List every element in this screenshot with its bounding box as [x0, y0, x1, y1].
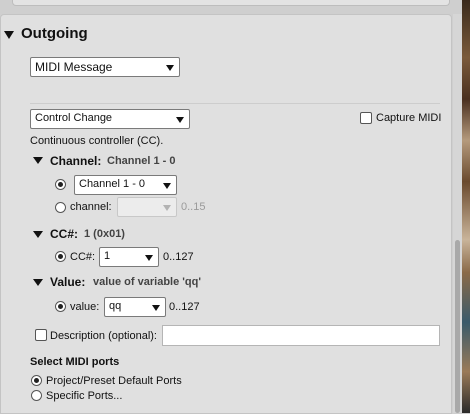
- chevron-down-icon: [152, 305, 160, 311]
- chevron-down-icon: [145, 255, 153, 261]
- cc-range: 0..127: [163, 251, 194, 263]
- collapse-outgoing-icon[interactable]: [4, 31, 14, 39]
- divider: [30, 103, 440, 104]
- chevron-down-icon: [176, 117, 184, 123]
- event-type-select[interactable]: Control Change: [30, 109, 190, 129]
- ports-heading: Select MIDI ports: [30, 356, 120, 368]
- value-variable-radio[interactable]: [55, 301, 66, 312]
- event-type-value: Control Change: [35, 112, 113, 124]
- channel-summary: Channel 1 - 0: [107, 155, 176, 167]
- channel-fixed-radio[interactable]: [55, 179, 66, 190]
- cc-option-label: CC#:: [70, 251, 96, 263]
- description-checkbox[interactable]: [35, 329, 47, 341]
- channel-variable-label: channel:: [70, 201, 112, 213]
- cc-heading: CC#:: [50, 227, 79, 241]
- chevron-down-icon: [166, 65, 174, 71]
- section-title: Outgoing: [21, 25, 88, 42]
- value-option-label: value:: [70, 301, 100, 313]
- value-heading: Value:: [50, 275, 86, 289]
- previous-section-card: [12, 0, 450, 6]
- cc-summary: 1 (0x01): [84, 228, 125, 240]
- collapse-channel-icon[interactable]: [33, 157, 43, 164]
- description-label: Description (optional):: [50, 330, 157, 342]
- message-type-select[interactable]: MIDI Message: [30, 57, 180, 77]
- channel-variable-select[interactable]: [117, 197, 177, 217]
- cc-fixed-radio[interactable]: [55, 251, 66, 262]
- channel-heading: Channel:: [50, 154, 102, 168]
- collapse-value-icon[interactable]: [33, 279, 43, 286]
- value-variable-select[interactable]: qq: [104, 297, 166, 317]
- cc-number-select[interactable]: 1: [99, 247, 159, 267]
- capture-midi-checkbox[interactable]: [360, 112, 372, 124]
- cc-number-value: 1: [104, 250, 111, 262]
- ports-default-label: Project/Preset Default Ports: [46, 375, 182, 387]
- channel-variable-radio[interactable]: [55, 202, 66, 213]
- channel-select[interactable]: Channel 1 - 0: [74, 175, 177, 195]
- channel-range: 0..15: [181, 201, 206, 213]
- event-description: Continuous controller (CC).: [30, 135, 164, 147]
- scrollbar-thumb[interactable]: [455, 240, 460, 413]
- message-type-value: MIDI Message: [35, 60, 113, 74]
- value-variable-value: qq: [109, 300, 122, 312]
- value-summary: value of variable 'qq': [93, 276, 201, 288]
- capture-midi-label: Capture MIDI: [376, 112, 442, 124]
- ports-specific-label: Specific Ports...: [46, 390, 123, 402]
- chevron-down-icon: [163, 205, 171, 211]
- description-input[interactable]: [162, 325, 440, 346]
- channel-select-value: Channel 1 - 0: [79, 178, 146, 190]
- chevron-down-icon: [163, 183, 171, 189]
- collapse-cc-icon[interactable]: [33, 231, 43, 238]
- ports-specific-radio[interactable]: [31, 390, 42, 401]
- background-photo-strip: [462, 0, 470, 413]
- value-range: 0..127: [169, 301, 200, 313]
- ports-default-radio[interactable]: [31, 375, 42, 386]
